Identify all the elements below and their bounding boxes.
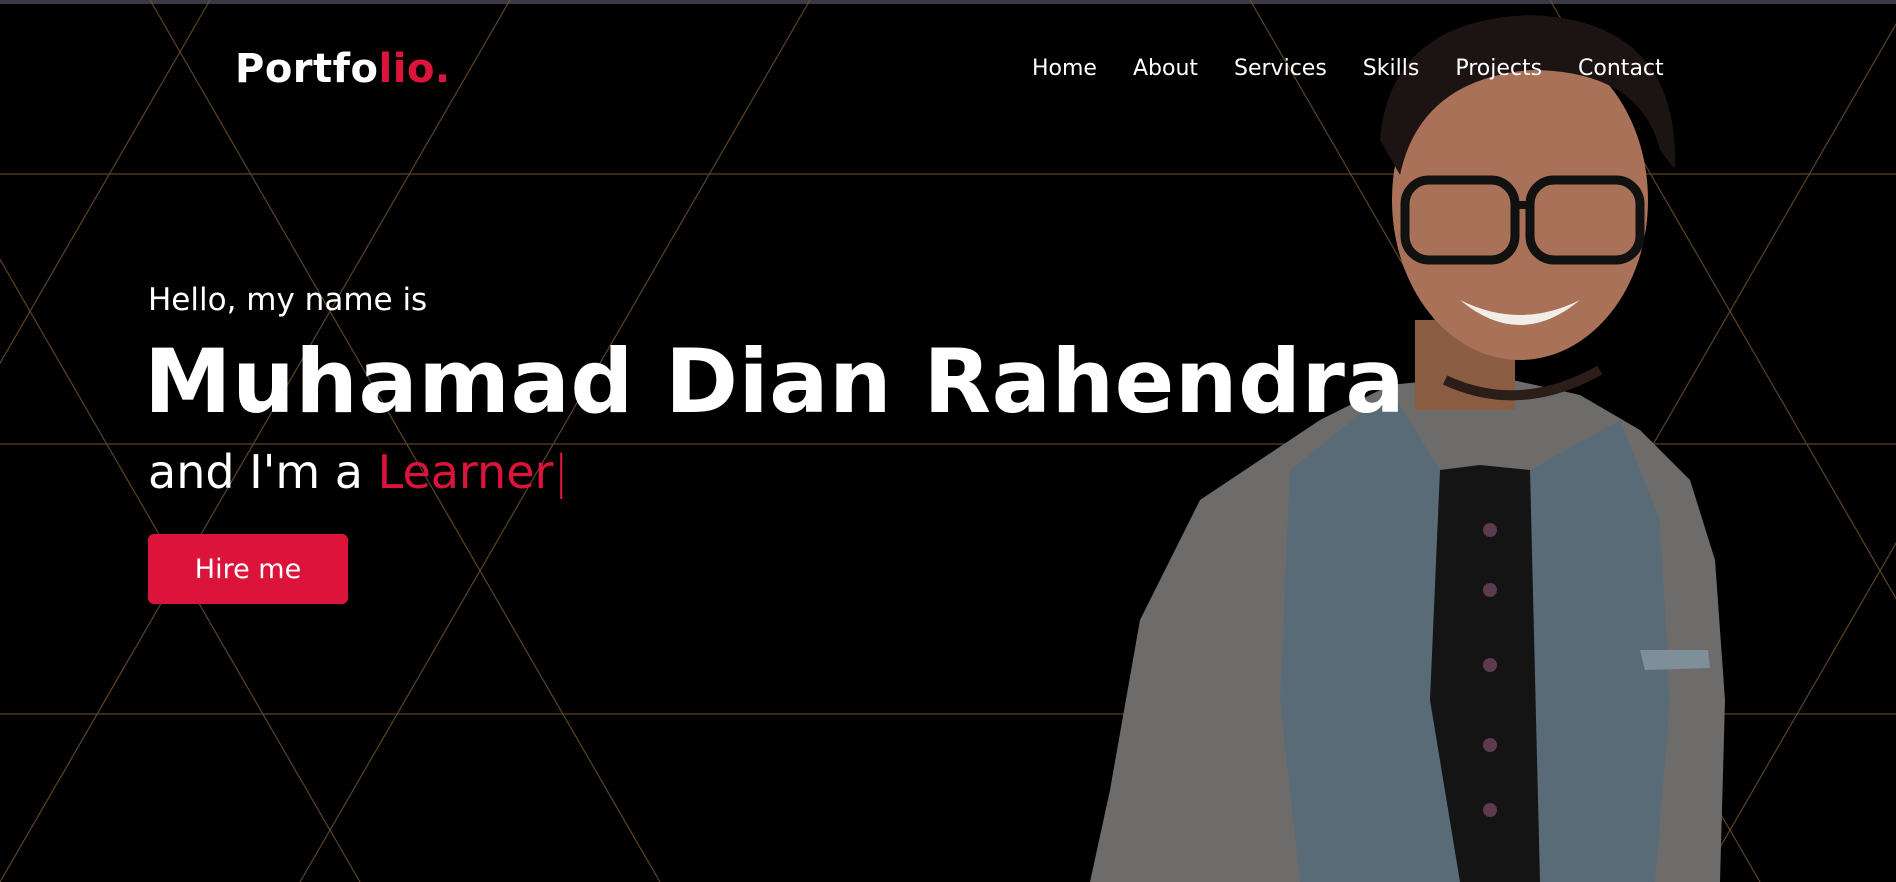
role-prefix: and I'm a	[148, 445, 378, 499]
hero-greeting: Hello, my name is	[148, 282, 428, 318]
nav-link-skills[interactable]: Skills	[1363, 54, 1420, 84]
brand-logo[interactable]: Portfolio.	[235, 44, 451, 94]
top-navbar: Portfolio. Home About Services Skills Pr…	[0, 0, 1896, 140]
typing-caret: |	[553, 445, 569, 499]
hire-me-button[interactable]: Hire me	[148, 534, 348, 604]
logo-text-accent: lio.	[378, 46, 451, 92]
hero-role-line: and I'm a Learner|	[148, 444, 1328, 500]
role-typed-text: Learner	[377, 445, 554, 499]
nav-link-services[interactable]: Services	[1234, 54, 1327, 84]
nav-menu: Home About Services Skills Projects Cont…	[1032, 54, 1664, 84]
logo-text-main: Portfo	[235, 46, 379, 92]
nav-link-about[interactable]: About	[1133, 54, 1198, 84]
nav-link-home[interactable]: Home	[1032, 54, 1097, 84]
hero-section: Hello, my name is Muhamad Dian Rahendra …	[144, 270, 1405, 604]
nav-link-projects[interactable]: Projects	[1455, 54, 1542, 84]
hero-name: Muhamad Dian Rahendra	[144, 330, 1406, 433]
nav-link-contact[interactable]: Contact	[1578, 54, 1664, 84]
